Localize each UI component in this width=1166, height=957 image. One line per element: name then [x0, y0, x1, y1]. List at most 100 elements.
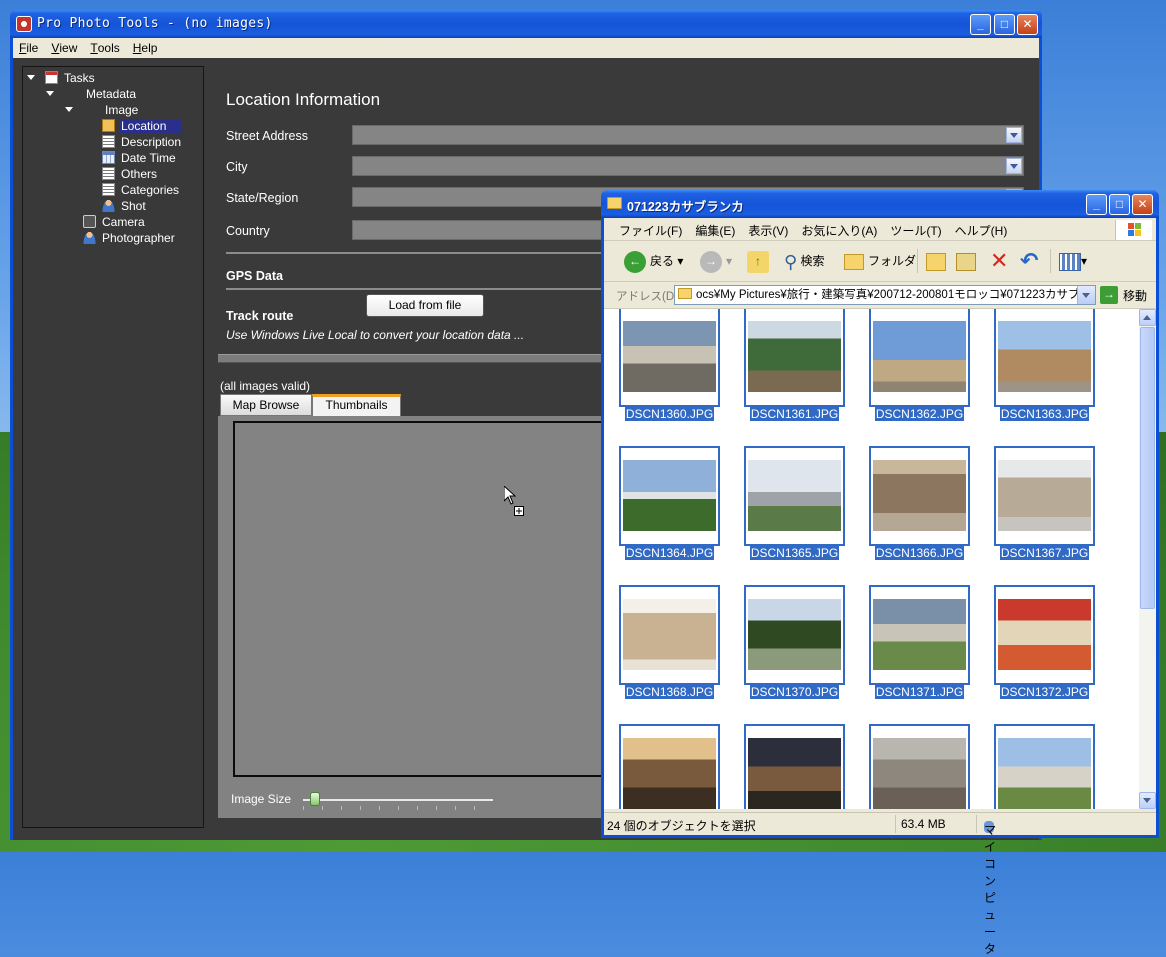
photo-thumbnail[interactable]: [994, 309, 1095, 407]
menu-file-jp[interactable]: ファイル(F): [604, 218, 687, 239]
photo-thumbnail[interactable]: [994, 724, 1095, 809]
close-button[interactable]: ✕: [1132, 194, 1153, 215]
chevron-down-icon[interactable]: [1006, 158, 1022, 174]
menu-file[interactable]: File: [13, 38, 45, 55]
back-button[interactable]: ← 戻る ▾: [624, 249, 683, 273]
chevron-down-icon[interactable]: [1006, 127, 1022, 143]
file-name-label[interactable]: DSCN1364.JPG: [604, 546, 735, 560]
photo-thumbnail[interactable]: [744, 585, 845, 685]
scroll-down-button[interactable]: [1139, 792, 1156, 809]
file-name-label[interactable]: DSCN1365.JPG: [729, 546, 860, 560]
forward-button[interactable]: → ▾: [700, 249, 732, 273]
file-name-label[interactable]: DSCN1368.JPG: [604, 685, 735, 699]
city-combo[interactable]: [352, 156, 1024, 176]
file-list-view[interactable]: DSCN1360.JPG DSCN1361.JPG DSCN1362.JPG DSCN…: [604, 309, 1139, 809]
address-input[interactable]: ocs¥My Pictures¥旅行・建築写真¥200712-200801モロッ…: [674, 285, 1096, 305]
file-item[interactable]: DSCN1361.JPG: [729, 309, 853, 432]
file-item[interactable]: DSCN1370.JPG: [729, 585, 853, 710]
thumbnail-drop-area[interactable]: [233, 421, 613, 777]
scroll-thumb[interactable]: [1140, 327, 1155, 609]
menu-help[interactable]: Help: [127, 38, 165, 55]
delete-button[interactable]: ✕: [990, 249, 1008, 273]
file-item[interactable]: [729, 724, 853, 809]
photo-thumbnail[interactable]: [869, 585, 970, 685]
photo-thumbnail[interactable]: [744, 724, 845, 809]
tab-thumbnails[interactable]: Thumbnails: [312, 394, 401, 416]
up-folder-button[interactable]: ↑: [747, 249, 773, 273]
panel-splitter[interactable]: [218, 354, 618, 363]
file-item[interactable]: [854, 724, 978, 809]
move-to-button[interactable]: [926, 249, 946, 273]
tree-item-date-time[interactable]: Date Time: [102, 150, 176, 166]
file-name-label[interactable]: DSCN1371.JPG: [854, 685, 985, 699]
photo-thumbnail[interactable]: [744, 309, 845, 407]
file-name-label[interactable]: DSCN1367.JPG: [979, 546, 1110, 560]
image-size-slider-track[interactable]: [303, 799, 493, 801]
file-item[interactable]: DSCN1366.JPG: [854, 446, 978, 571]
file-item[interactable]: DSCN1363.JPG: [979, 309, 1103, 432]
minimize-button[interactable]: _: [1086, 194, 1107, 215]
folders-button[interactable]: フォルダ: [844, 249, 916, 273]
menu-tools-jp[interactable]: ツール(T): [875, 218, 946, 239]
windows-live-link[interactable]: Use Windows Live Local to convert your l…: [226, 328, 524, 342]
menu-favorites-jp[interactable]: お気に入り(A): [786, 218, 882, 239]
maximize-button[interactable]: □: [994, 14, 1015, 35]
photo-thumbnail[interactable]: [619, 446, 720, 546]
file-item[interactable]: DSCN1371.JPG: [854, 585, 978, 710]
file-item[interactable]: DSCN1367.JPG: [979, 446, 1103, 571]
file-name-label[interactable]: DSCN1366.JPG: [854, 546, 985, 560]
tree-item-image[interactable]: Image: [105, 102, 138, 118]
copy-to-button[interactable]: [956, 249, 976, 273]
file-item[interactable]: DSCN1364.JPG: [604, 446, 728, 571]
tab-map-browse[interactable]: Map Browse: [220, 394, 312, 416]
file-name-label[interactable]: DSCN1361.JPG: [729, 407, 860, 421]
tree-item-metadata[interactable]: Metadata: [86, 86, 136, 102]
file-item[interactable]: DSCN1372.JPG: [979, 585, 1103, 710]
file-name-label[interactable]: DSCN1370.JPG: [729, 685, 860, 699]
views-button[interactable]: ▾: [1059, 249, 1087, 273]
tree-item-camera[interactable]: Camera: [83, 214, 145, 230]
load-from-file-button[interactable]: Load from file: [366, 294, 484, 317]
image-size-slider-thumb[interactable]: [310, 792, 320, 806]
title-bar[interactable]: Pro Photo Tools - (no images) _ □ ✕: [10, 10, 1042, 38]
menu-help-jp[interactable]: ヘルプ(H): [940, 218, 1013, 239]
menu-tools[interactable]: Tools: [84, 38, 126, 55]
photo-thumbnail[interactable]: [619, 585, 720, 685]
photo-thumbnail[interactable]: [619, 309, 720, 407]
photo-thumbnail[interactable]: [744, 446, 845, 546]
tree-item-others[interactable]: Others: [102, 166, 157, 182]
tree-item-location[interactable]: Location: [102, 118, 182, 134]
expand-arrow-icon[interactable]: [46, 91, 54, 96]
search-button[interactable]: ⚲ 検索: [784, 249, 825, 273]
file-item[interactable]: DSCN1362.JPG: [854, 309, 978, 432]
expand-arrow-icon[interactable]: [65, 107, 73, 112]
tree-item-categories[interactable]: Categories: [102, 182, 179, 198]
file-name-label[interactable]: DSCN1362.JPG: [854, 407, 985, 421]
photo-thumbnail[interactable]: [619, 724, 720, 809]
photo-thumbnail[interactable]: [869, 724, 970, 809]
photo-thumbnail[interactable]: [869, 446, 970, 546]
expand-arrow-icon[interactable]: [27, 75, 35, 80]
tree-item-tasks[interactable]: Tasks: [45, 70, 95, 86]
go-arrow-icon[interactable]: →: [1100, 286, 1118, 304]
file-item[interactable]: DSCN1360.JPG: [604, 309, 728, 432]
file-item[interactable]: DSCN1368.JPG: [604, 585, 728, 710]
undo-button[interactable]: ↶: [1020, 249, 1038, 273]
menu-edit-jp[interactable]: 編集(E): [680, 218, 740, 239]
file-name-label[interactable]: DSCN1360.JPG: [604, 407, 735, 421]
file-item[interactable]: [604, 724, 728, 809]
chevron-down-icon[interactable]: [1077, 286, 1095, 304]
go-button[interactable]: 移動: [1123, 287, 1147, 304]
street-address-combo[interactable]: [352, 125, 1024, 145]
photo-thumbnail[interactable]: [994, 446, 1095, 546]
file-item[interactable]: DSCN1365.JPG: [729, 446, 853, 571]
menu-view[interactable]: View: [45, 38, 84, 55]
tree-item-description[interactable]: Description: [102, 134, 181, 150]
minimize-button[interactable]: _: [970, 14, 991, 35]
close-button[interactable]: ✕: [1017, 14, 1038, 35]
file-name-label[interactable]: DSCN1372.JPG: [979, 685, 1110, 699]
explorer-title-bar[interactable]: 071223カサブランカ _ □ ✕: [601, 190, 1159, 218]
vertical-scrollbar[interactable]: [1139, 309, 1156, 809]
menu-view-jp[interactable]: 表示(V): [733, 218, 793, 239]
photo-thumbnail[interactable]: [869, 309, 970, 407]
